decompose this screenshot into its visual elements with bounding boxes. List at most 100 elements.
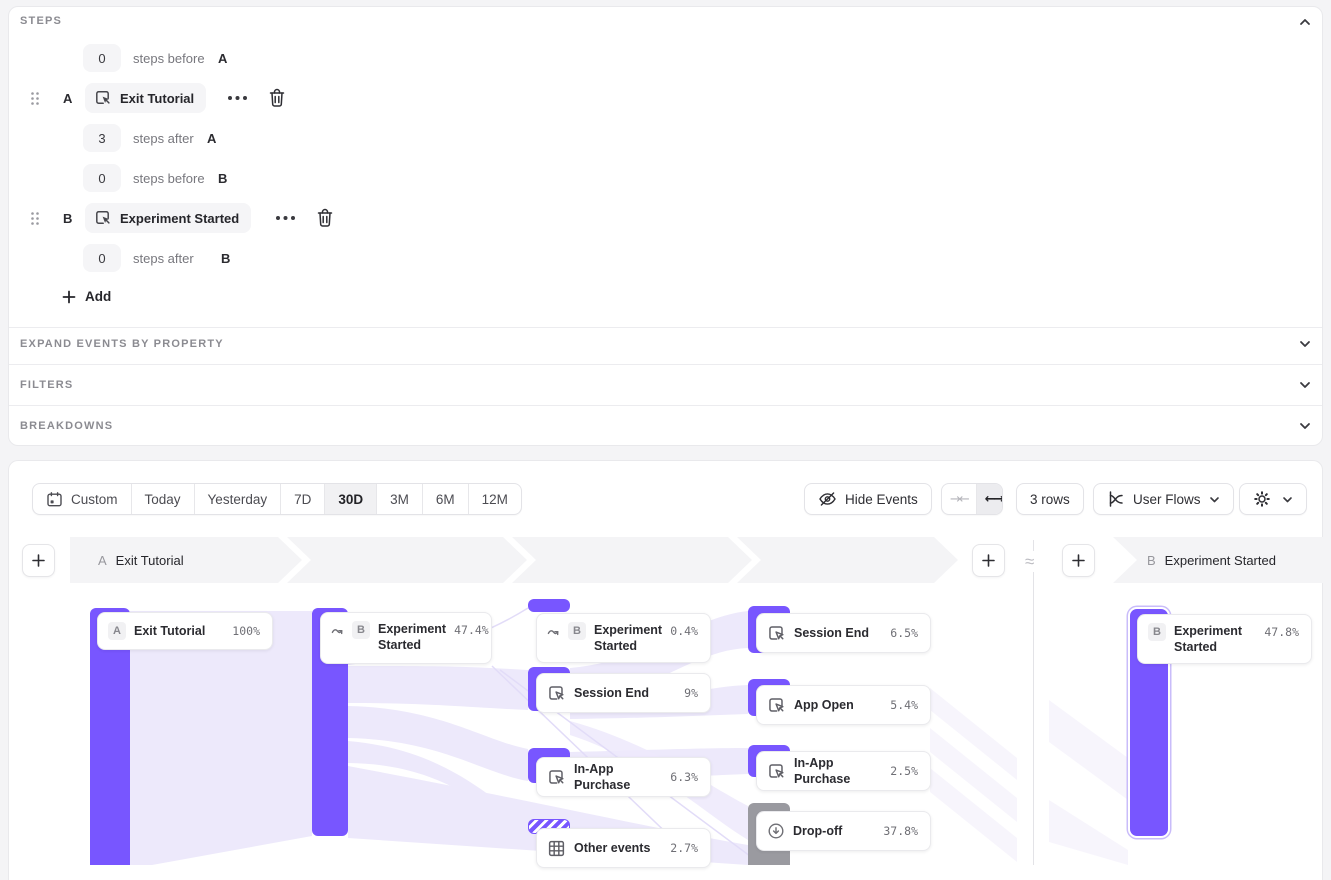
event-icon — [94, 209, 112, 227]
trash-icon — [316, 208, 334, 228]
steps-collapse-button[interactable] — [1298, 15, 1312, 29]
date-range-yesterday[interactable]: Yesterday — [195, 484, 282, 514]
date-range-7d[interactable]: 7D — [281, 484, 325, 514]
steps-before-b-input[interactable]: 0 — [83, 164, 121, 192]
steps-after-b-input[interactable]: 0 — [83, 244, 121, 272]
band-a-segment — [737, 537, 958, 583]
add-label: Add — [85, 289, 111, 304]
add-column-right-button[interactable] — [1062, 544, 1095, 577]
date-range-control: Custom Today Yesterday 7D 30D 3M 6M 12M — [32, 483, 522, 515]
filters-section-title: FILTERS — [20, 379, 73, 391]
event-icon — [767, 696, 786, 715]
step-a-event-button[interactable]: Exit Tutorial — [85, 83, 206, 113]
event-icon — [547, 768, 566, 787]
step-b-drag-handle[interactable] — [29, 211, 41, 226]
goto-step-icon — [547, 625, 560, 638]
goto-step-icon — [331, 624, 344, 637]
expand-events-section-title: EXPAND EVENTS BY PROPERTY — [20, 338, 224, 350]
date-range-30d[interactable]: 30D — [325, 484, 377, 514]
step-b-more-button[interactable] — [275, 214, 296, 222]
chevron-down-icon — [1298, 337, 1312, 351]
chevron-up-icon — [1298, 15, 1312, 29]
view-type-dropdown[interactable]: User Flows — [1093, 483, 1234, 515]
steps-after-b-ref: B — [221, 251, 230, 266]
drag-dots-icon — [29, 211, 41, 226]
filters-toggle[interactable] — [1298, 378, 1312, 392]
flow-bar-experiment-started-col3[interactable] — [528, 599, 570, 612]
step-b-delete-button[interactable] — [316, 208, 334, 228]
steps-before-a-input[interactable]: 0 — [83, 44, 121, 72]
event-icon — [94, 89, 112, 107]
chevron-down-icon — [1282, 494, 1293, 505]
band-b-title: Experiment Started — [1165, 553, 1276, 568]
user-flows-icon — [1107, 490, 1125, 508]
step-a-letter: A — [63, 91, 72, 106]
add-step-button[interactable]: Add — [62, 289, 111, 304]
drop-off-icon — [767, 822, 785, 840]
event-icon — [767, 624, 786, 643]
flow-node-session-end-col4[interactable]: Session End 6.5% — [756, 613, 931, 653]
event-icon — [767, 762, 786, 781]
flow-node-app-open[interactable]: App Open 5.4% — [756, 685, 931, 725]
chevron-down-icon — [1298, 378, 1312, 392]
plus-icon — [981, 553, 996, 568]
collapse-spacing-button[interactable]: →← — [942, 484, 977, 514]
flow-node-in-app-purchase-col4[interactable]: In-App Purchase 2.5% — [756, 751, 931, 791]
expand-events-toggle[interactable] — [1298, 337, 1312, 351]
calendar-icon — [46, 491, 63, 508]
chevron-down-icon — [1298, 419, 1312, 433]
band-a-segment — [287, 537, 527, 583]
expand-spacing-button[interactable]: ←→ — [977, 484, 1003, 514]
eye-off-icon — [818, 490, 837, 508]
add-column-middle-button[interactable] — [972, 544, 1005, 577]
date-range-custom[interactable]: Custom — [33, 484, 132, 514]
steps-section-title: STEPS — [20, 15, 62, 27]
band-b-letter: B — [1147, 553, 1156, 568]
chevron-down-icon — [1209, 494, 1220, 505]
spacing-toggle-control: →← ←→ — [941, 483, 1003, 515]
add-column-left-button[interactable] — [22, 544, 55, 577]
grid-icon — [547, 839, 566, 858]
date-range-6m[interactable]: 6M — [423, 484, 469, 514]
flow-node-drop-off[interactable]: Drop-off 37.8% — [756, 811, 931, 851]
steps-after-b-label: steps after — [133, 251, 194, 266]
step-badge: B — [352, 621, 370, 639]
step-a-more-button[interactable] — [227, 94, 248, 102]
approx-symbol: ≈ — [1025, 551, 1034, 572]
band-a-title: Exit Tutorial — [116, 553, 184, 568]
trash-icon — [268, 88, 286, 108]
date-range-3m[interactable]: 3M — [377, 484, 423, 514]
more-options-icon — [227, 94, 248, 102]
band-b-segment: B Experiment Started — [1113, 537, 1323, 583]
report-panel — [8, 460, 1323, 880]
steps-before-b-label: steps before — [133, 171, 205, 186]
date-range-12m[interactable]: 12M — [469, 484, 521, 514]
steps-after-a-ref: A — [207, 131, 216, 146]
gear-icon — [1253, 490, 1271, 508]
flow-node-exit-tutorial[interactable]: A Exit Tutorial 100% — [97, 612, 273, 650]
steps-after-a-input[interactable]: 3 — [83, 124, 121, 152]
step-a-delete-button[interactable] — [268, 88, 286, 108]
flow-node-experiment-started-col3[interactable]: B Experiment Started 0.4% — [536, 613, 711, 663]
date-range-today[interactable]: Today — [132, 484, 195, 514]
hide-events-button[interactable]: Hide Events — [804, 483, 932, 515]
flow-node-in-app-purchase-col3[interactable]: In-App Purchase 6.3% — [536, 757, 711, 797]
plus-icon — [1071, 553, 1086, 568]
flow-node-experiment-started-col5[interactable]: B Experiment Started 47.8% — [1137, 614, 1312, 664]
step-b-event-label: Experiment Started — [120, 211, 239, 226]
breakdowns-toggle[interactable] — [1298, 419, 1312, 433]
step-badge: B — [568, 622, 586, 640]
steps-before-b-ref: B — [218, 171, 227, 186]
rows-count-button[interactable]: 3 rows — [1016, 483, 1084, 515]
step-b-event-button[interactable]: Experiment Started — [85, 203, 251, 233]
step-a-drag-handle[interactable] — [29, 91, 41, 106]
band-a-letter: A — [98, 553, 107, 568]
settings-dropdown[interactable] — [1239, 483, 1307, 515]
flow-node-session-end-col3[interactable]: Session End 9% — [536, 673, 711, 713]
steps-before-a-ref: A — [218, 51, 227, 66]
plus-icon — [31, 553, 46, 568]
flow-node-experiment-started-col2[interactable]: B Experiment Started 47.4% — [320, 612, 492, 664]
flow-node-other-events[interactable]: Other events 2.7% — [536, 828, 711, 868]
breakdowns-section-title: BREAKDOWNS — [20, 420, 113, 432]
drag-dots-icon — [29, 91, 41, 106]
